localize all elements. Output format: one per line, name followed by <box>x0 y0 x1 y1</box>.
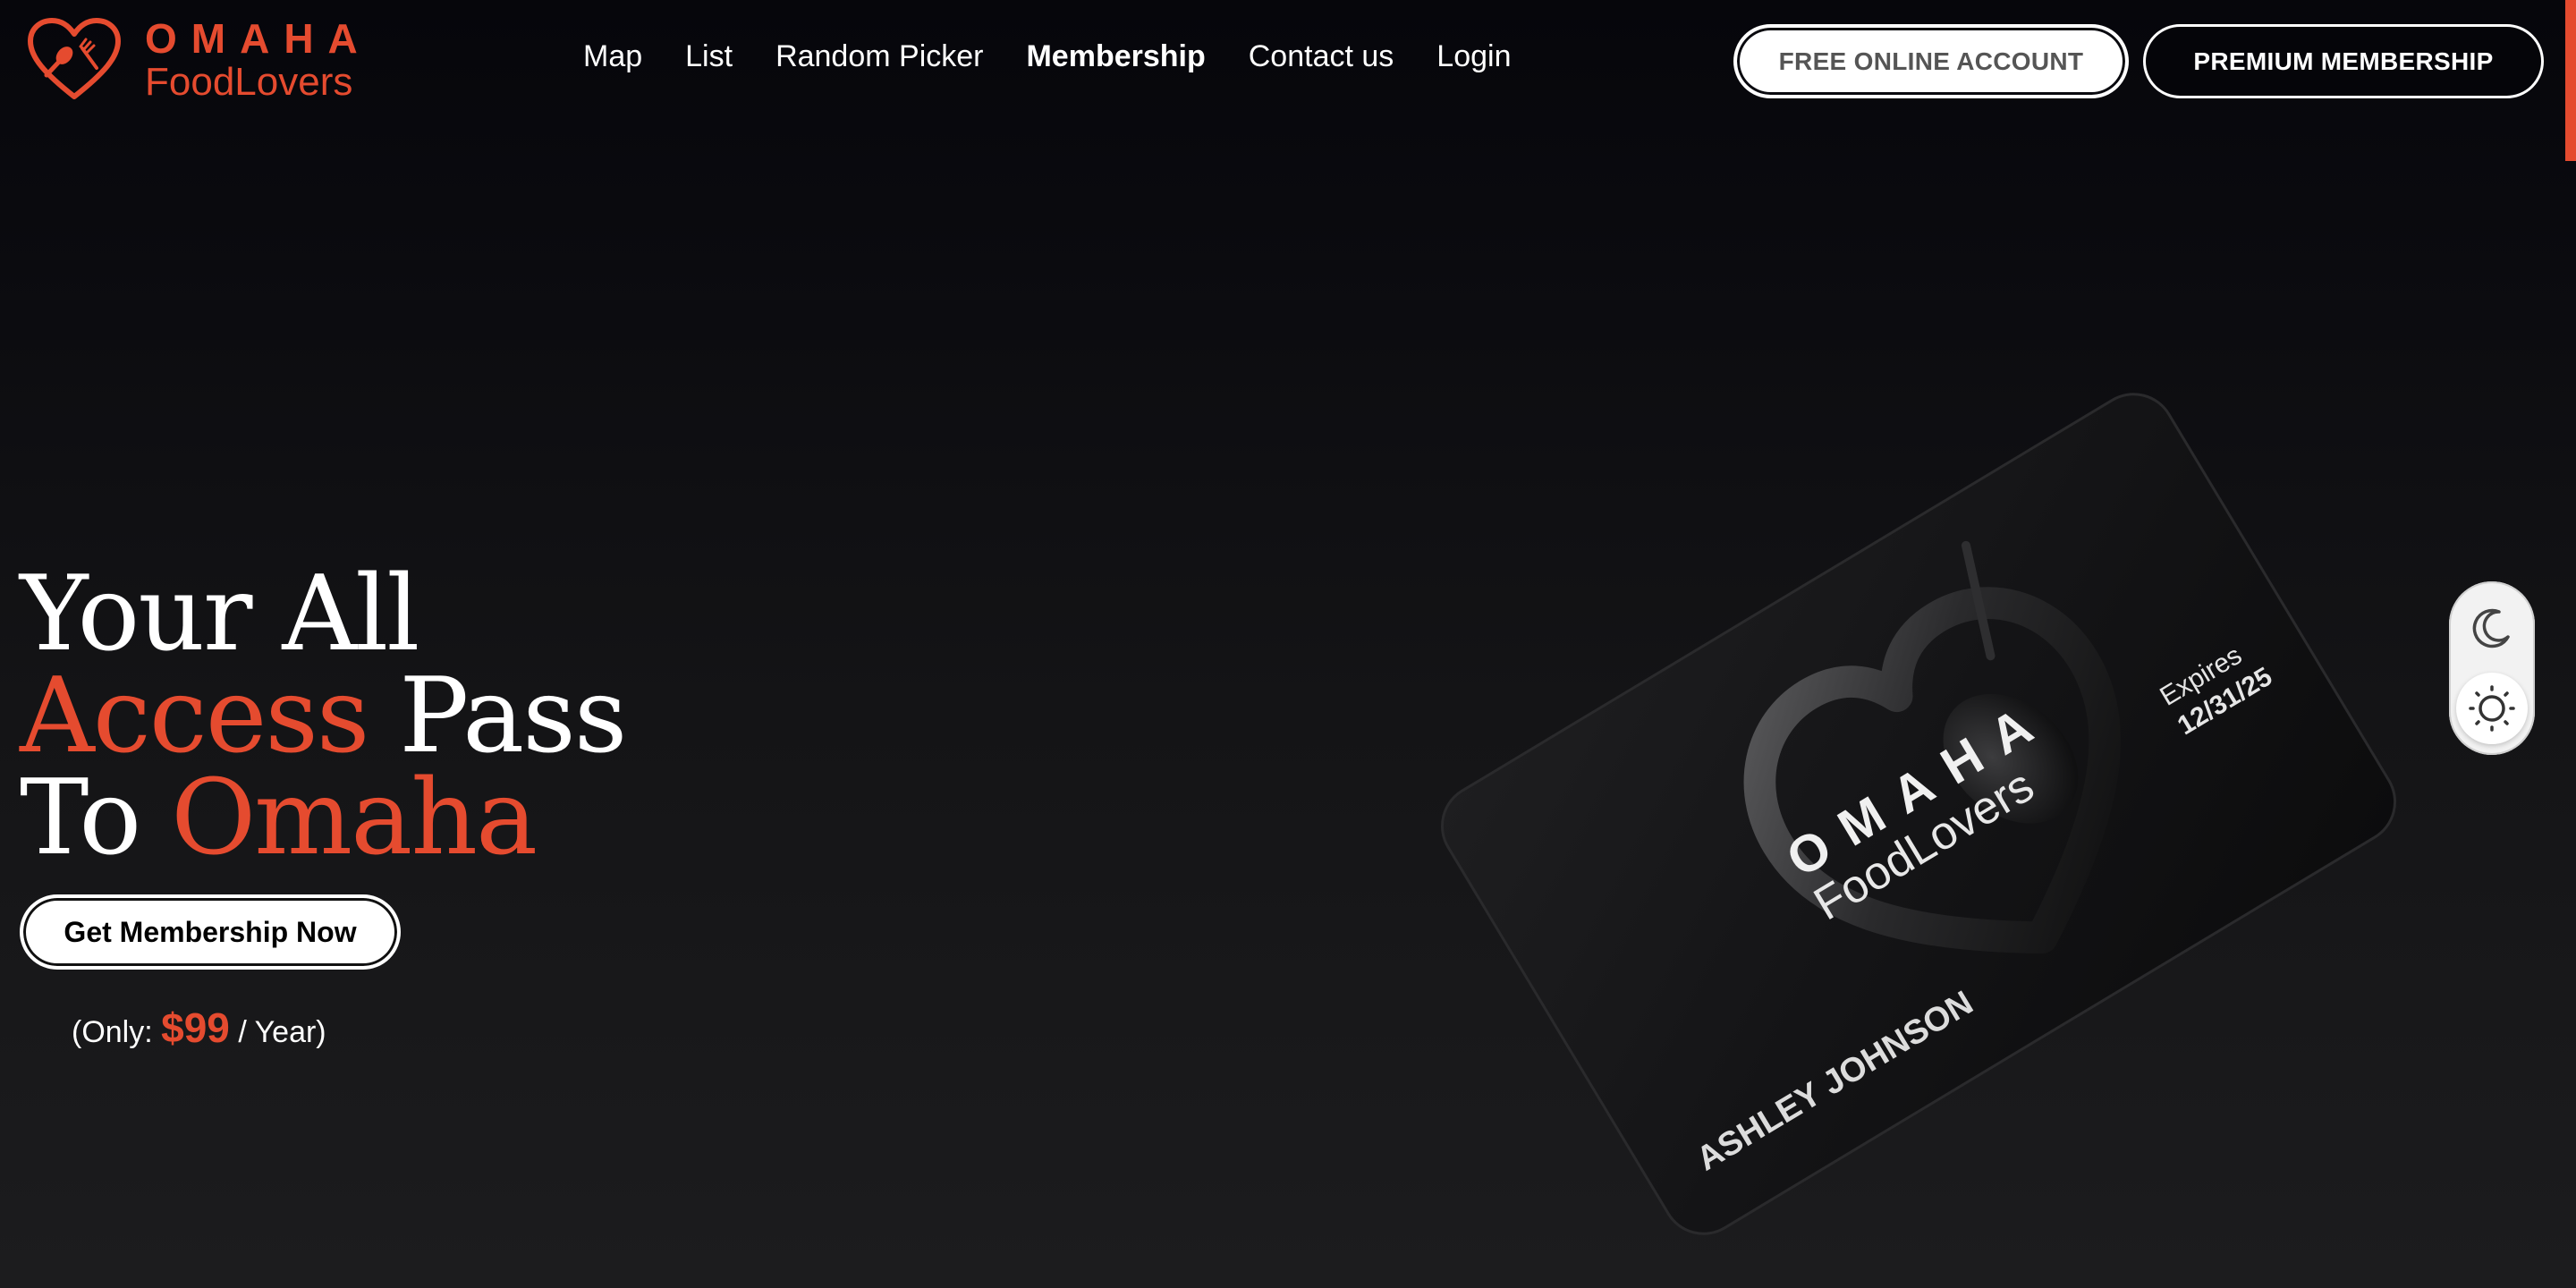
nav-contact-us[interactable]: Contact us <box>1249 39 1394 74</box>
dark-mode-button[interactable] <box>2456 592 2528 664</box>
membership-card: OMAHA FoodLovers Expires 12/31/25 ASHLEY… <box>1440 393 2397 1235</box>
main-nav: Map List Random Picker Membership Contac… <box>583 39 1511 74</box>
get-membership-button[interactable]: Get Membership Now <box>20 894 401 970</box>
premium-membership-button[interactable]: PREMIUM MEMBERSHIP <box>2143 24 2544 98</box>
hero-title-line3: To Omaha <box>20 767 625 870</box>
hero-title: Your All Access Pass To Omaha <box>20 563 627 870</box>
nav-membership[interactable]: Membership <box>1026 39 1205 74</box>
nav-list[interactable]: List <box>685 39 733 74</box>
membership-card-image: OMAHA FoodLovers Expires 12/31/25 ASHLEY… <box>1413 385 2424 1243</box>
page: OMAHA FoodLovers Map List Random Picker … <box>0 0 2576 1288</box>
hero-title-line1: Your All <box>20 563 625 666</box>
price-suffix: / Year) <box>229 1015 326 1049</box>
nav-random-picker[interactable]: Random Picker <box>775 39 983 74</box>
brand-wordmark: OMAHA FoodLovers <box>145 18 372 102</box>
price-amount: $99 <box>161 1004 230 1051</box>
sun-icon <box>2469 685 2515 732</box>
theme-toggle <box>2449 581 2535 755</box>
hero-title-line2: Access Pass <box>20 665 627 768</box>
light-mode-button[interactable] <box>2456 673 2528 744</box>
heart-fork-spoon-icon <box>28 18 121 99</box>
hero-title-accent-omaha: Omaha <box>171 758 538 878</box>
nav-login[interactable]: Login <box>1436 39 1511 74</box>
site-header: OMAHA FoodLovers Map List Random Picker … <box>0 0 2576 125</box>
brand-line2: FoodLovers <box>145 60 353 104</box>
moon-icon <box>2472 608 2510 648</box>
hero-title-to: To <box>20 758 172 878</box>
brand-logo[interactable]: OMAHA FoodLovers <box>27 18 372 102</box>
price-note: (Only: $99 / Year) <box>72 1004 326 1052</box>
nav-map[interactable]: Map <box>583 39 642 74</box>
brand-line1: OMAHA <box>145 15 372 62</box>
price-prefix: (Only: <box>72 1015 162 1049</box>
free-online-account-button[interactable]: FREE ONLINE ACCOUNT <box>1733 24 2129 98</box>
